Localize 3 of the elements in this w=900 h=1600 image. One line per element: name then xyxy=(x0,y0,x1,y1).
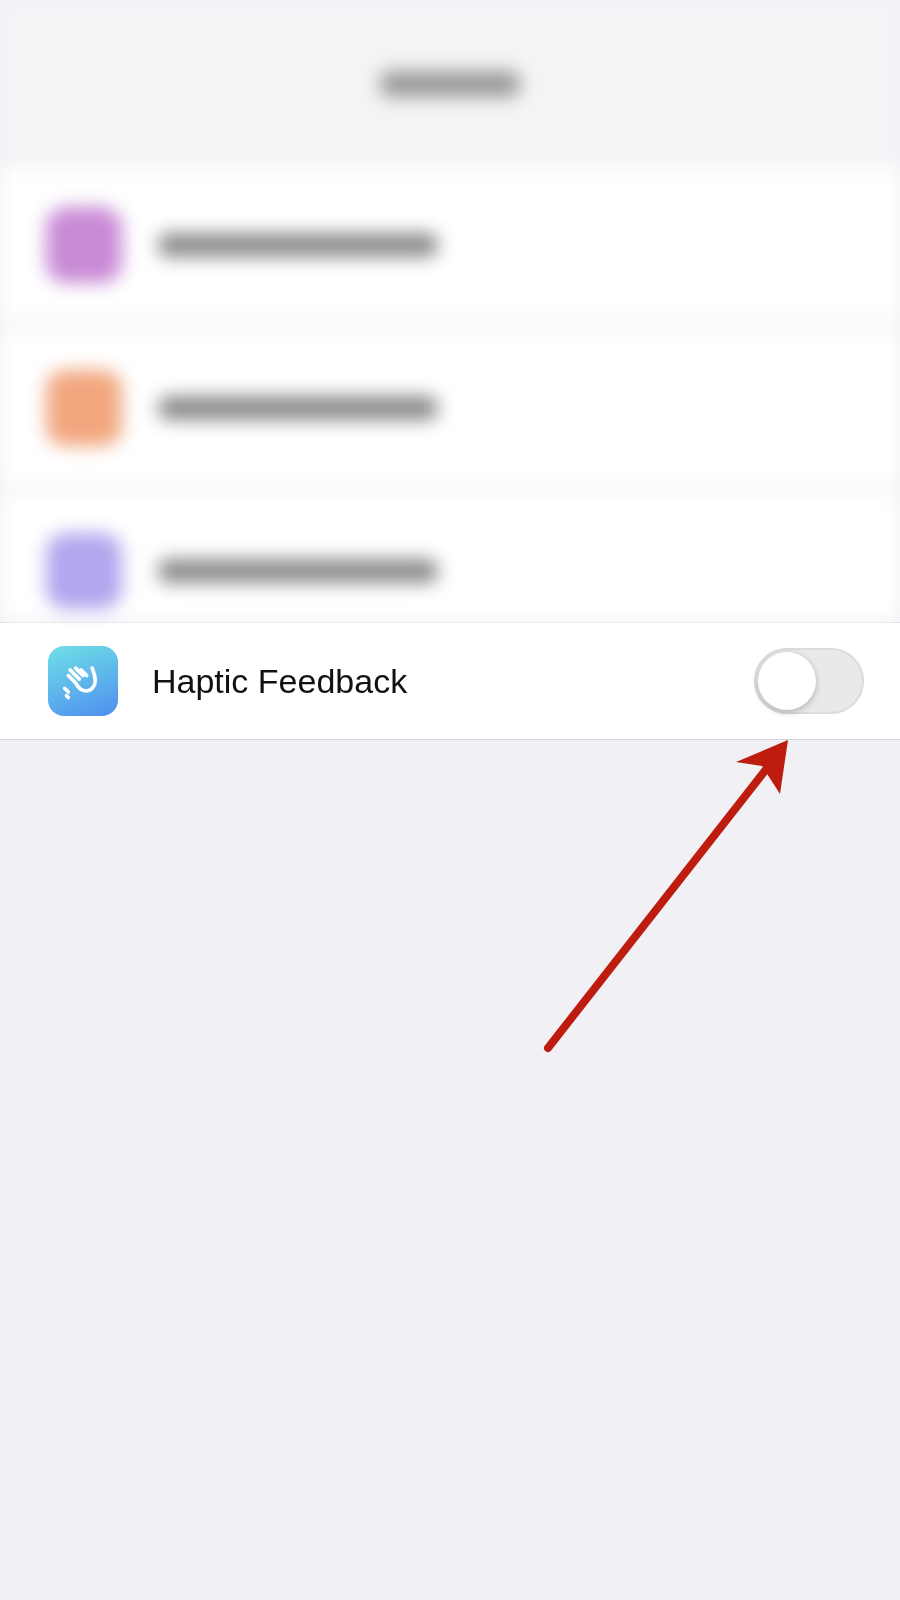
setting-label: Haptic Feedback xyxy=(152,661,409,701)
hand-icon xyxy=(48,646,118,716)
toggle-switch[interactable] xyxy=(754,648,864,714)
